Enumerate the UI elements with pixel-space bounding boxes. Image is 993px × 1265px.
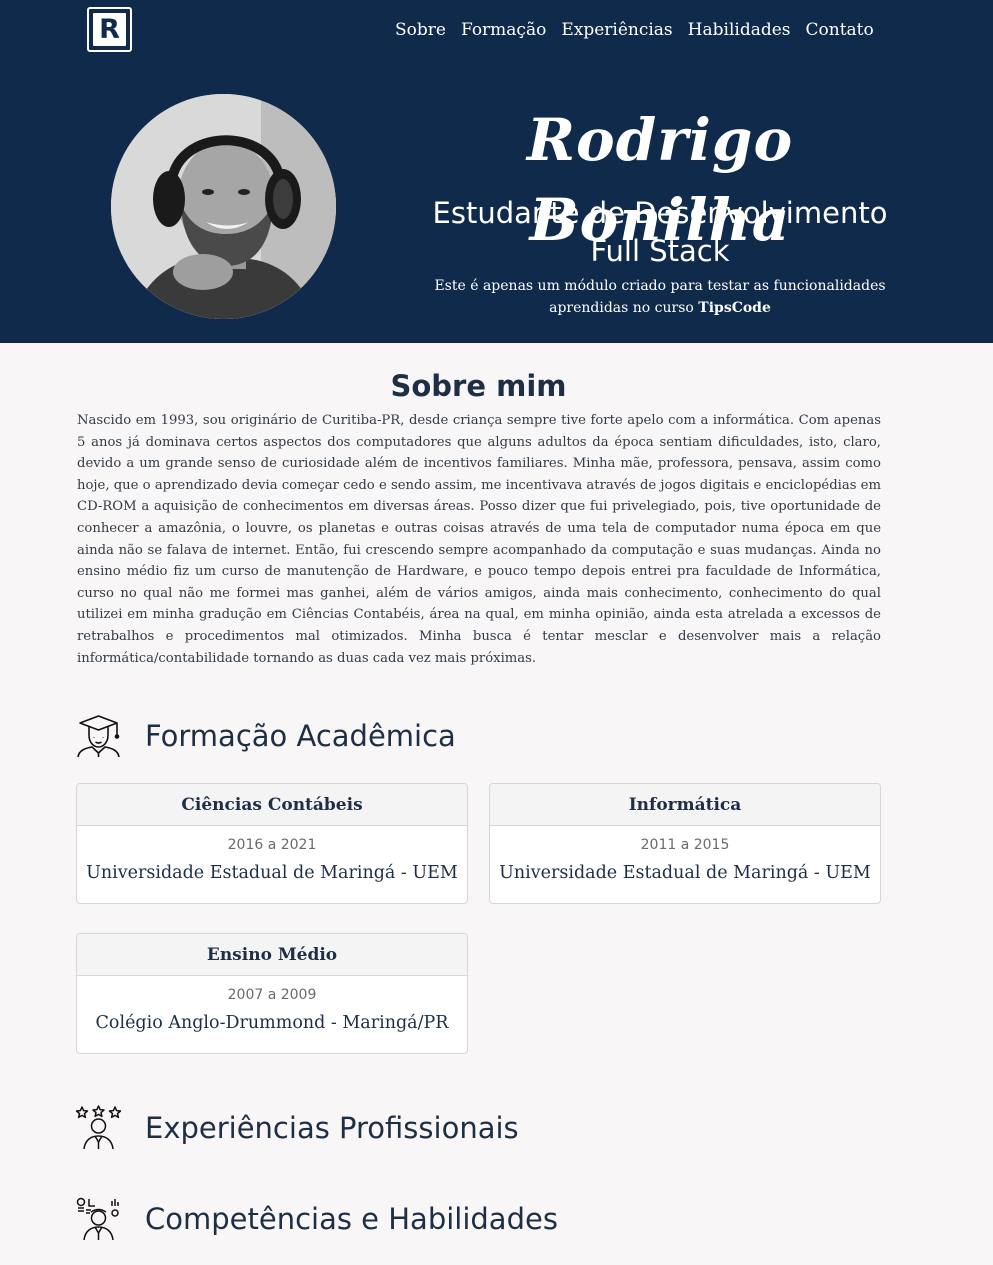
education-period: 2007 a 2009 <box>227 987 317 1003</box>
hero-role: Estudante de Desenvolvimento Full Stack <box>432 196 888 268</box>
education-school: Universidade Estadual de Maringá - UEM <box>86 863 458 883</box>
education-school: Colégio Anglo-Drummond - Maringá/PR <box>95 1013 449 1033</box>
skills-heading: Competências e Habilidades <box>76 1196 558 1241</box>
nav-link-experiencias[interactable]: Experiências <box>561 18 672 42</box>
skills-title: Competências e Habilidades <box>145 1201 558 1236</box>
experience-title: Experiências Profissionais <box>145 1110 519 1145</box>
hero-description: Este é apenas um módulo criado para test… <box>430 275 890 319</box>
education-card: Informática 2011 a 2015 Universidade Est… <box>489 783 881 904</box>
experience-heading: Experiências Profissionais <box>76 1105 519 1150</box>
graduate-icon <box>77 715 120 758</box>
education-title: Formação Acadêmica <box>145 718 456 753</box>
education-course: Ciências Contábeis <box>77 784 467 826</box>
about-text: Nascido em 1993, sou originário de Curit… <box>77 413 881 666</box>
education-school: Universidade Estadual de Maringá - UEM <box>499 863 871 883</box>
education-period: 2011 a 2015 <box>640 837 730 853</box>
education-card: Ensino Médio 2007 a 2009 Colégio Anglo-D… <box>76 933 468 1054</box>
education-period: 2016 a 2021 <box>227 837 317 853</box>
nav-link-habilidades[interactable]: Habilidades <box>688 18 791 42</box>
nav-link-contato[interactable]: Contato <box>806 18 874 42</box>
education-course: Informática <box>490 784 880 826</box>
logo-letter: R <box>93 13 126 46</box>
education-course: Ensino Médio <box>77 934 467 976</box>
main-nav: Sobre Formação Experiências Habilidades … <box>395 18 874 42</box>
logo[interactable]: R <box>87 7 132 52</box>
skills-icon <box>76 1197 119 1241</box>
education-heading: Formação Acadêmica <box>76 713 456 758</box>
about-title: Sobre mim <box>390 369 567 403</box>
hero-header: R Sobre Formação Experiências Habilidade… <box>0 0 993 343</box>
nav-link-formacao[interactable]: Formação <box>461 18 546 42</box>
hero-description-text: Este é apenas um módulo criado para test… <box>434 278 886 316</box>
education-card: Ciências Contábeis 2016 a 2021 Universid… <box>76 783 468 904</box>
profile-photo <box>111 94 336 319</box>
professional-stars-icon <box>76 1105 121 1150</box>
hero-brand: TipsCode <box>698 300 771 316</box>
nav-link-sobre[interactable]: Sobre <box>395 18 446 42</box>
